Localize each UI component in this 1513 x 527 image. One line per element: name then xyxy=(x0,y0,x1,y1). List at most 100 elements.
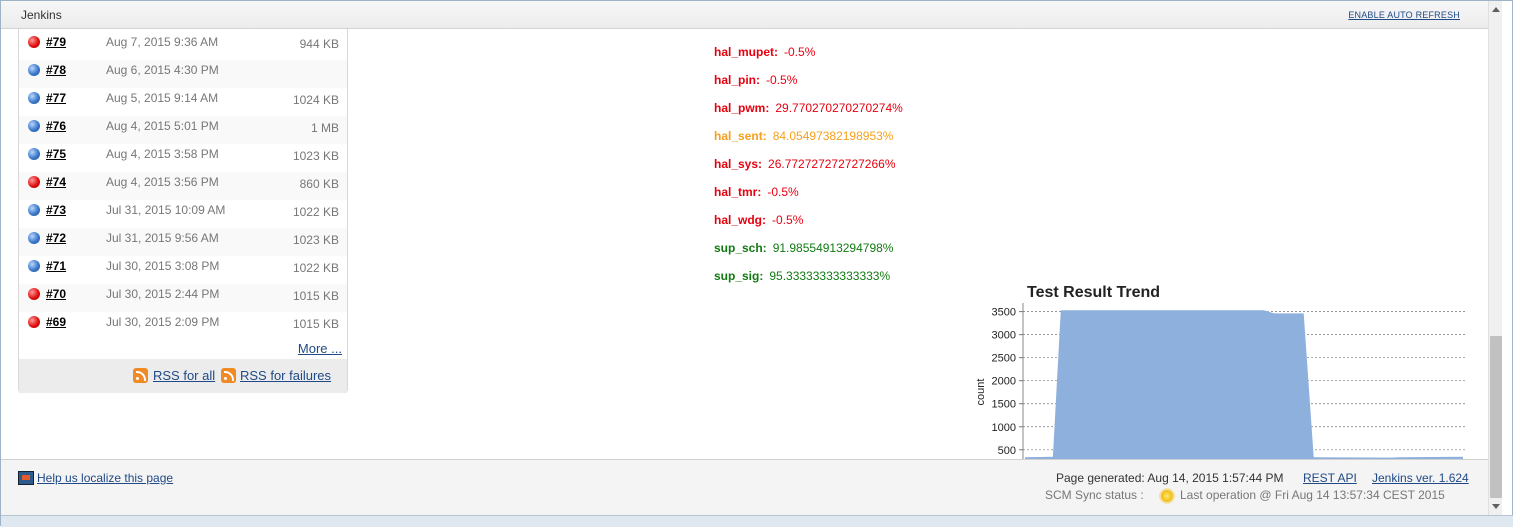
vertical-scrollbar[interactable] xyxy=(1488,1,1502,515)
build-success-status-icon xyxy=(28,148,40,160)
build-log-size: 860 KB xyxy=(299,177,339,191)
scroll-down-arrow-icon[interactable] xyxy=(1489,499,1503,515)
coverage-module-name: hal_mupet: xyxy=(714,45,779,59)
build-date: Jul 30, 2015 3:08 PM xyxy=(106,259,220,273)
data-point[interactable] xyxy=(1103,308,1107,312)
test-result-trend-chart[interactable]: 500 1000 1500 2000 2500 3000 3500 count xyxy=(971,297,1471,467)
data-point[interactable] xyxy=(1262,308,1266,312)
coverage-value: 91.98554913294798% xyxy=(772,241,894,255)
build-success-status-icon xyxy=(28,232,40,244)
build-number-link[interactable]: #79 xyxy=(46,35,66,49)
build-row: #70 Jul 30, 2015 2:44 PM 1015 KB xyxy=(19,284,347,312)
more-builds-link[interactable]: More ... xyxy=(298,341,342,356)
coverage-module-name: hal_sent: xyxy=(714,129,767,143)
build-log-size: 1022 KB xyxy=(292,261,339,275)
localize-icon xyxy=(18,471,34,485)
coverage-value: -0.5% xyxy=(784,45,816,59)
breadcrumb-bar: Jenkins ENABLE AUTO REFRESH xyxy=(1,1,1488,29)
trend-area-series[interactable] xyxy=(1025,310,1463,467)
build-log-size: 1023 KB xyxy=(292,233,339,247)
build-failed-status-icon xyxy=(28,36,40,48)
coverage-item: hal_sent: 84.05497382198953% xyxy=(714,129,893,143)
data-point[interactable] xyxy=(1302,311,1306,315)
build-number-link[interactable]: #72 xyxy=(46,231,66,245)
coverage-module-name: sup_sig: xyxy=(714,269,764,283)
data-point[interactable] xyxy=(1143,308,1147,312)
coverage-module-name: hal_pin: xyxy=(714,73,761,87)
coverage-module-name: sup_sch: xyxy=(714,241,767,255)
page-generated-text: Page generated: Aug 14, 2015 1:57:44 PM xyxy=(1056,471,1284,485)
coverage-item: hal_mupet: -0.5% xyxy=(714,45,815,59)
build-log-size: 1023 KB xyxy=(292,149,339,163)
window-bottom-edge xyxy=(1,515,1513,527)
build-number-link[interactable]: #77 xyxy=(46,91,66,105)
build-history-panel: #79 Aug 7, 2015 9:36 AM 944 KB #78 Aug 6, 20… xyxy=(18,29,348,393)
coverage-value: 26.772727272727266% xyxy=(768,157,896,171)
build-row: #73 Jul 31, 2015 10:09 AM 1022 KB xyxy=(19,200,347,228)
build-number-link[interactable]: #69 xyxy=(46,315,66,329)
build-row: #79 Aug 7, 2015 9:36 AM 944 KB xyxy=(19,32,347,60)
coverage-item: hal_pwm: 29.770270270270274% xyxy=(714,101,903,115)
coverage-value: 95.33333333333333% xyxy=(769,269,891,283)
rest-api-link[interactable]: REST API xyxy=(1303,471,1357,485)
rss-all-link[interactable]: RSS for all xyxy=(153,368,215,383)
scm-sync-status-value: Last operation @ Fri Aug 14 13:57:34 CES… xyxy=(1180,488,1445,502)
coverage-item: sup_sig: 95.33333333333333% xyxy=(714,269,890,283)
coverage-module-name: hal_tmr: xyxy=(714,185,762,199)
build-number-link[interactable]: #76 xyxy=(46,119,66,133)
build-log-size: 944 KB xyxy=(299,37,339,51)
build-date: Jul 31, 2015 9:56 AM xyxy=(106,231,219,245)
jenkins-version-link[interactable]: Jenkins ver. 1.624 xyxy=(1372,471,1469,485)
enable-auto-refresh-link[interactable]: ENABLE AUTO REFRESH xyxy=(1348,10,1460,20)
data-point[interactable] xyxy=(1182,308,1186,312)
build-number-link[interactable]: #78 xyxy=(46,63,66,77)
build-row: #77 Aug 5, 2015 9:14 AM 1024 KB xyxy=(19,88,347,116)
y-tick-label: 2000 xyxy=(992,376,1016,388)
coverage-item: hal_sys: 26.772727272727266% xyxy=(714,157,896,171)
build-row: #71 Jul 30, 2015 3:08 PM 1022 KB xyxy=(19,256,347,284)
build-log-size: 1015 KB xyxy=(292,317,339,331)
build-date: Jul 30, 2015 2:09 PM xyxy=(106,315,220,329)
rss-icon[interactable] xyxy=(133,368,148,383)
build-date: Jul 31, 2015 10:09 AM xyxy=(106,203,226,217)
build-number-link[interactable]: #74 xyxy=(46,175,66,189)
build-row: #75 Aug 4, 2015 3:58 PM 1023 KB xyxy=(19,144,347,172)
build-failed-status-icon xyxy=(28,176,40,188)
y-axis-label: count xyxy=(975,379,987,406)
coverage-module-name: hal_wdg: xyxy=(714,213,767,227)
y-tick-label: 1500 xyxy=(992,399,1016,411)
build-row: #78 Aug 6, 2015 4:30 PM xyxy=(19,60,347,88)
localize-link[interactable]: Help us localize this page xyxy=(37,471,173,485)
y-tick-label: 3500 xyxy=(992,307,1016,319)
scm-sync-status-label: SCM Sync status : xyxy=(1045,488,1144,502)
build-row: #69 Jul 30, 2015 2:09 PM 1015 KB xyxy=(19,312,347,340)
coverage-module-name: hal_sys: xyxy=(714,157,763,171)
rss-failures-link[interactable]: RSS for failures xyxy=(240,368,331,383)
data-point[interactable] xyxy=(1222,308,1226,312)
scrollbar-thumb[interactable] xyxy=(1490,336,1502,498)
build-number-link[interactable]: #73 xyxy=(46,203,66,217)
build-row: #76 Aug 4, 2015 5:01 PM 1 MB xyxy=(19,116,347,144)
build-row: #74 Aug 4, 2015 3:56 PM 860 KB xyxy=(19,172,347,200)
rss-icon[interactable] xyxy=(221,368,236,383)
build-failed-status-icon xyxy=(28,316,40,328)
build-log-size: 1 MB xyxy=(310,121,339,135)
build-failed-status-icon xyxy=(28,288,40,300)
coverage-item: hal_pin: -0.5% xyxy=(714,73,797,87)
build-success-status-icon xyxy=(28,260,40,272)
build-row: #72 Jul 31, 2015 9:56 AM 1023 KB xyxy=(19,228,347,256)
scroll-up-arrow-icon[interactable] xyxy=(1489,1,1503,17)
coverage-value: -0.5% xyxy=(772,213,804,227)
build-success-status-icon xyxy=(28,64,40,76)
build-log-size: 1015 KB xyxy=(292,289,339,303)
build-date: Aug 4, 2015 3:56 PM xyxy=(106,175,219,189)
build-log-size: 1022 KB xyxy=(292,205,339,219)
build-date: Aug 5, 2015 9:14 AM xyxy=(106,91,219,105)
y-tick-label: 500 xyxy=(998,445,1016,457)
sun-icon xyxy=(1161,490,1173,502)
build-number-link[interactable]: #71 xyxy=(46,259,66,273)
build-number-link[interactable]: #75 xyxy=(46,147,66,161)
build-number-link[interactable]: #70 xyxy=(46,287,66,301)
build-date: Aug 4, 2015 5:01 PM xyxy=(106,119,219,133)
breadcrumb-jenkins[interactable]: Jenkins xyxy=(21,8,62,22)
